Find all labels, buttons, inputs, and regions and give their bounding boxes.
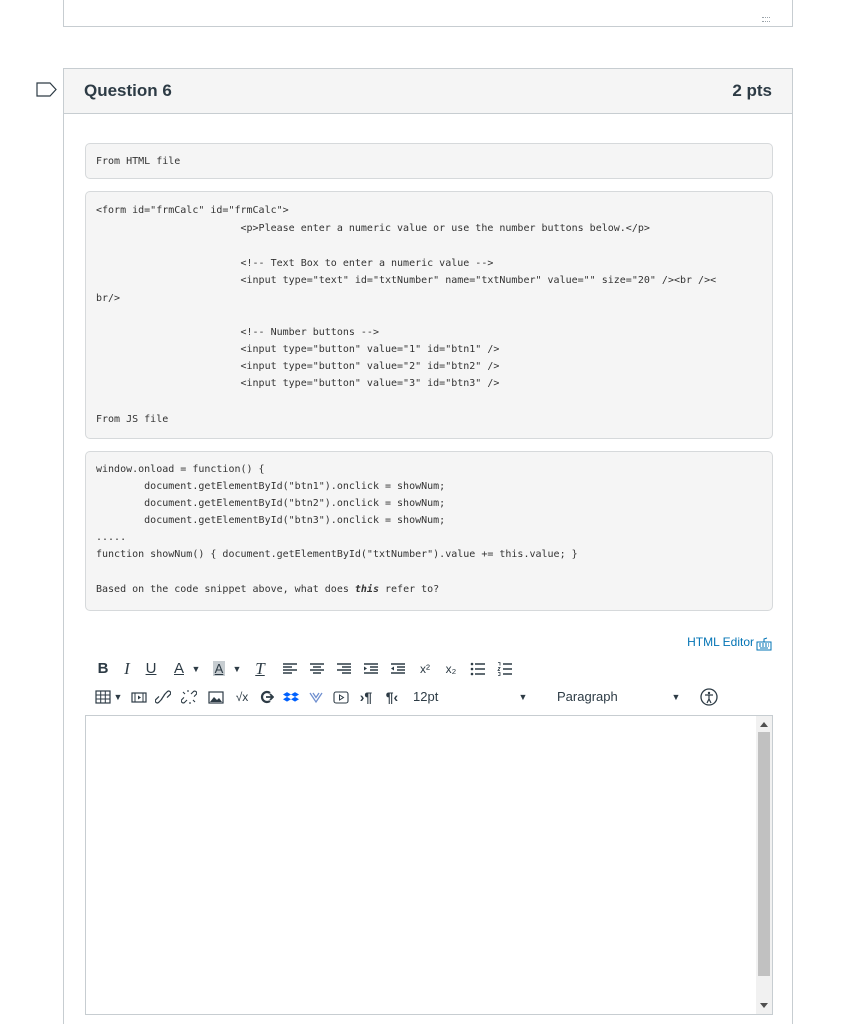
code-line: <!-- Number buttons -->: [96, 327, 379, 338]
code-line: br/>: [96, 293, 121, 304]
font-size-select[interactable]: 12pt: [413, 685, 513, 709]
keyboard-icon[interactable]: [756, 637, 772, 651]
accessibility-checker-icon[interactable]: [699, 685, 719, 709]
image-icon[interactable]: [208, 685, 224, 709]
subscript-button[interactable]: x₂: [443, 657, 459, 681]
previous-answer-box: [63, 0, 793, 27]
answer-editor-textarea[interactable]: [85, 715, 773, 1015]
outdent-icon[interactable]: [390, 657, 406, 681]
numbered-list-icon[interactable]: [497, 657, 513, 681]
block-format-select[interactable]: Paragraph: [557, 685, 647, 709]
text-color-dropdown-icon[interactable]: ▼: [191, 657, 201, 681]
scroll-down-arrow-icon[interactable]: [760, 1003, 768, 1008]
code-line: <input type="button" value="2" id="btn2"…: [96, 361, 500, 372]
align-center-icon[interactable]: [309, 657, 325, 681]
media-icon[interactable]: [131, 685, 147, 709]
scroll-thumb[interactable]: [758, 732, 770, 976]
superscript-button[interactable]: x²: [417, 657, 433, 681]
vimeo-chevron-icon[interactable]: [308, 685, 324, 709]
code-line: .....: [96, 532, 127, 543]
bullet-list-icon[interactable]: [470, 657, 486, 681]
ltr-button[interactable]: ›¶: [357, 685, 375, 709]
scroll-up-arrow-icon[interactable]: [760, 722, 768, 727]
background-color-dropdown-icon[interactable]: ▼: [232, 657, 242, 681]
rtl-button[interactable]: ¶‹: [383, 685, 401, 709]
code-line: <input type="text" id="txtNumber" name="…: [96, 275, 717, 286]
bold-button[interactable]: B: [95, 657, 111, 681]
question-card: Question 6 2 pts From HTML file <form id…: [63, 68, 793, 1024]
html-editor-link[interactable]: HTML Editor: [687, 635, 754, 649]
code-line: document.getElementById("btn2").onclick …: [96, 498, 446, 509]
flag-question-icon[interactable]: [36, 82, 57, 97]
code-line: <input type="button" value="1" id="btn1"…: [96, 344, 500, 355]
clear-formatting-button[interactable]: T: [252, 657, 268, 681]
font-size-dropdown-icon[interactable]: ▼: [518, 685, 528, 709]
html-code-block: <form id="frmCalc" id="frmCalc"> <p>Plea…: [85, 191, 773, 439]
italic-button[interactable]: I: [119, 657, 135, 681]
code-line: document.getElementById("btn1").onclick …: [96, 481, 446, 492]
text-color-button[interactable]: A: [171, 657, 187, 681]
code-line: From JS file: [96, 414, 169, 425]
code-line: window.onload = function() {: [96, 464, 265, 475]
code-line: document.getElementById("btn3").onclick …: [96, 515, 446, 526]
background-color-label: A: [212, 661, 226, 676]
unlink-icon[interactable]: [181, 685, 197, 709]
html-file-label-block: From HTML file: [85, 143, 773, 179]
code-line: <p>Please enter a numeric value or use t…: [96, 223, 650, 234]
code-line: From HTML file: [96, 156, 181, 167]
question-points: 2 pts: [732, 81, 772, 100]
block-format-dropdown-icon[interactable]: ▼: [671, 685, 681, 709]
prompt-keyword: this: [354, 584, 379, 595]
background-color-button[interactable]: A: [211, 657, 227, 681]
lti-tool-icon[interactable]: [258, 685, 274, 709]
underline-button[interactable]: U: [143, 657, 159, 681]
align-right-icon[interactable]: [336, 657, 352, 681]
dropbox-icon[interactable]: [283, 685, 299, 709]
code-line: <!-- Text Box to enter a numeric value -…: [96, 258, 494, 269]
table-dropdown-icon[interactable]: ▼: [113, 685, 123, 709]
question-prompt: Based on the code snippet above, what do…: [96, 583, 439, 596]
prompt-text: refer to?: [378, 584, 440, 595]
code-line: function showNum() { document.getElement…: [96, 549, 578, 560]
prompt-text: Based on the code snippet above, what do…: [96, 584, 355, 595]
question-header: Question 6 2 pts: [64, 69, 792, 114]
indent-icon[interactable]: [363, 657, 379, 681]
table-icon[interactable]: [95, 685, 111, 709]
resize-grip-icon[interactable]: [762, 17, 770, 22]
code-line: <input type="button" value="3" id="btn3"…: [96, 378, 500, 389]
question-title: Question 6: [84, 81, 172, 100]
link-icon[interactable]: [155, 685, 171, 709]
equation-button[interactable]: √x: [233, 685, 251, 709]
js-code-block: window.onload = function() { document.ge…: [85, 451, 773, 611]
editor-scrollbar[interactable]: [756, 716, 772, 1014]
code-line: <form id="frmCalc" id="frmCalc">: [96, 205, 289, 216]
align-left-icon[interactable]: [282, 657, 298, 681]
embed-media-icon[interactable]: [333, 685, 349, 709]
